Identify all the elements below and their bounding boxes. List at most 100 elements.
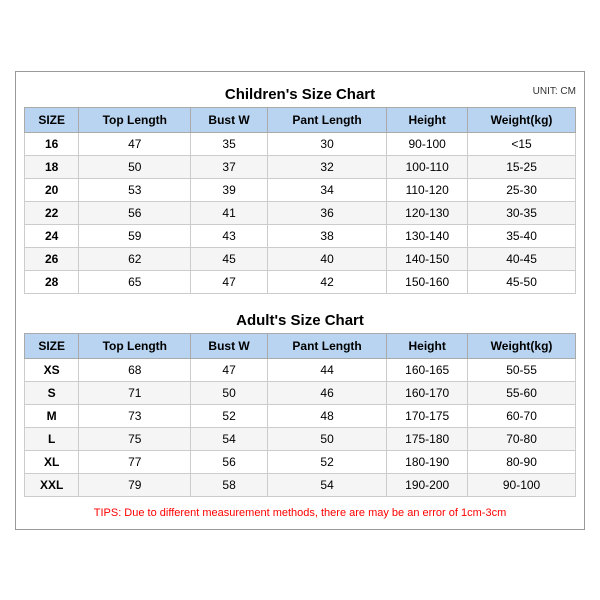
table-cell: 110-120 (387, 178, 468, 201)
table-row: 24594338130-14035-40 (25, 224, 576, 247)
table-cell: 90-100 (387, 132, 468, 155)
table-cell: 68 (79, 358, 191, 381)
table-cell: 30-35 (468, 201, 576, 224)
table-row: 1647353090-100<15 (25, 132, 576, 155)
table-cell: 60-70 (468, 404, 576, 427)
table-cell: 160-165 (387, 358, 468, 381)
table-cell: 43 (191, 224, 268, 247)
table-cell: 54 (191, 427, 268, 450)
table-row: XL775652180-19080-90 (25, 450, 576, 473)
table-cell: 180-190 (387, 450, 468, 473)
table-cell: 175-180 (387, 427, 468, 450)
col-weight-adult: Weight(kg) (468, 333, 576, 358)
table-cell: L (25, 427, 79, 450)
table-cell: 130-140 (387, 224, 468, 247)
table-cell: 46 (267, 381, 386, 404)
col-bust-w-adult: Bust W (191, 333, 268, 358)
col-height: Height (387, 107, 468, 132)
table-cell: 30 (267, 132, 386, 155)
table-cell: 77 (79, 450, 191, 473)
adult-table-header: SIZE Top Length Bust W Pant Length Heigh… (25, 333, 576, 358)
table-row: 20533934110-12025-30 (25, 178, 576, 201)
col-weight: Weight(kg) (468, 107, 576, 132)
table-row: 26624540140-15040-45 (25, 247, 576, 270)
table-cell: 15-25 (468, 155, 576, 178)
table-cell: 37 (191, 155, 268, 178)
table-row: XXL795854190-20090-100 (25, 473, 576, 496)
table-cell: 20 (25, 178, 79, 201)
table-cell: 16 (25, 132, 79, 155)
table-cell: 90-100 (468, 473, 576, 496)
table-cell: 39 (191, 178, 268, 201)
children-title-text: Children's Size Chart (225, 86, 375, 103)
table-cell: 44 (267, 358, 386, 381)
table-row: 28654742150-16045-50 (25, 270, 576, 293)
table-cell: 75 (79, 427, 191, 450)
table-cell: 56 (79, 201, 191, 224)
adult-table-body: XS684744160-16550-55S715046160-17055-60M… (25, 358, 576, 496)
table-cell: XS (25, 358, 79, 381)
table-cell: 50-55 (468, 358, 576, 381)
table-row: 18503732100-11015-25 (25, 155, 576, 178)
table-row: L755450175-18070-80 (25, 427, 576, 450)
table-cell: 22 (25, 201, 79, 224)
table-row: XS684744160-16550-55 (25, 358, 576, 381)
table-cell: 32 (267, 155, 386, 178)
table-cell: 59 (79, 224, 191, 247)
col-size-adult: SIZE (25, 333, 79, 358)
col-pant-length: Pant Length (267, 107, 386, 132)
table-cell: 41 (191, 201, 268, 224)
table-cell: 140-150 (387, 247, 468, 270)
table-cell: 55-60 (468, 381, 576, 404)
table-cell: 24 (25, 224, 79, 247)
table-cell: 58 (191, 473, 268, 496)
table-cell: 62 (79, 247, 191, 270)
table-cell: <15 (468, 132, 576, 155)
table-cell: XXL (25, 473, 79, 496)
table-cell: 35 (191, 132, 268, 155)
table-cell: 40 (267, 247, 386, 270)
table-cell: 50 (191, 381, 268, 404)
table-cell: 120-130 (387, 201, 468, 224)
table-cell: 79 (79, 473, 191, 496)
table-cell: 28 (25, 270, 79, 293)
col-height-adult: Height (387, 333, 468, 358)
table-cell: 53 (79, 178, 191, 201)
table-cell: 56 (191, 450, 268, 473)
table-cell: 47 (79, 132, 191, 155)
table-cell: 36 (267, 201, 386, 224)
table-cell: 34 (267, 178, 386, 201)
table-cell: 170-175 (387, 404, 468, 427)
col-top-length: Top Length (79, 107, 191, 132)
table-cell: M (25, 404, 79, 427)
table-cell: 50 (79, 155, 191, 178)
table-cell: 48 (267, 404, 386, 427)
adult-section-title: Adult's Size Chart (24, 306, 576, 333)
children-size-table: SIZE Top Length Bust W Pant Length Heigh… (24, 107, 576, 294)
table-cell: 52 (191, 404, 268, 427)
size-chart-container: Children's Size Chart UNIT: CM SIZE Top … (15, 71, 585, 530)
children-section-title: Children's Size Chart UNIT: CM (24, 80, 576, 107)
table-cell: 100-110 (387, 155, 468, 178)
table-cell: 42 (267, 270, 386, 293)
children-table-header: SIZE Top Length Bust W Pant Length Heigh… (25, 107, 576, 132)
table-cell: 26 (25, 247, 79, 270)
table-cell: 190-200 (387, 473, 468, 496)
col-top-length-adult: Top Length (79, 333, 191, 358)
table-cell: 73 (79, 404, 191, 427)
table-row: S715046160-17055-60 (25, 381, 576, 404)
table-cell: 18 (25, 155, 79, 178)
table-row: M735248170-17560-70 (25, 404, 576, 427)
table-cell: 70-80 (468, 427, 576, 450)
table-cell: 52 (267, 450, 386, 473)
adult-size-table: SIZE Top Length Bust W Pant Length Heigh… (24, 333, 576, 497)
table-cell: XL (25, 450, 79, 473)
col-size: SIZE (25, 107, 79, 132)
tips-text: TIPS: Due to different measurement metho… (24, 501, 576, 521)
table-cell: 50 (267, 427, 386, 450)
table-cell: 38 (267, 224, 386, 247)
col-bust-w: Bust W (191, 107, 268, 132)
table-cell: 47 (191, 358, 268, 381)
table-cell: 54 (267, 473, 386, 496)
table-cell: 47 (191, 270, 268, 293)
